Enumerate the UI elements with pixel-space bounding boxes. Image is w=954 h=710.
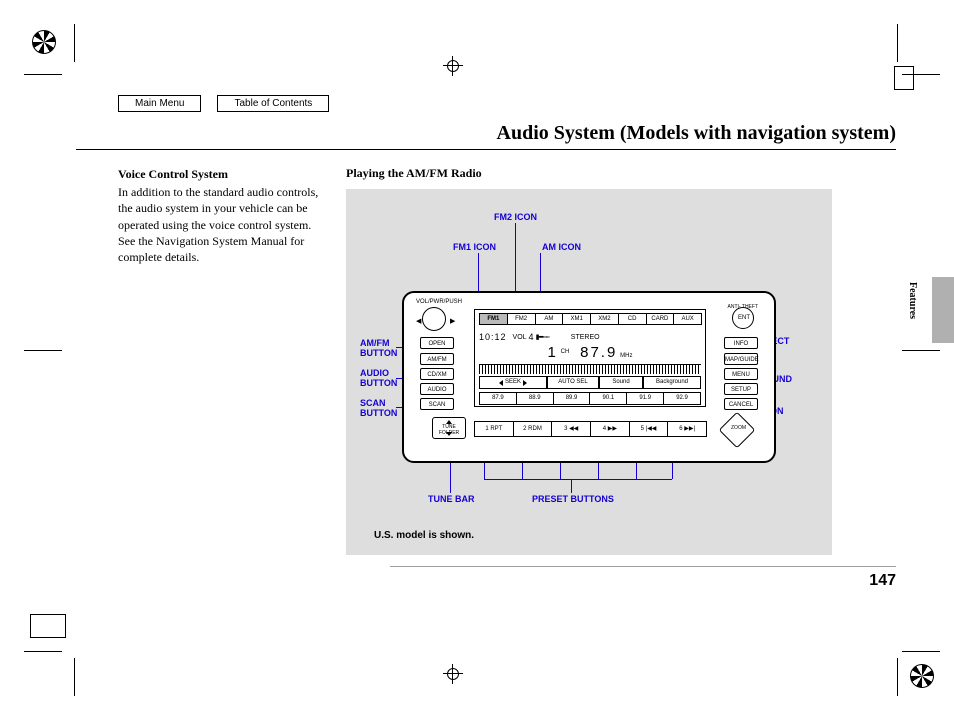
open-button[interactable]: OPEN (420, 337, 454, 349)
audio-button[interactable]: AUDIO (420, 383, 454, 395)
right-heading: Playing the AM/FM Radio (346, 166, 844, 181)
preset-1[interactable]: 87.9 (480, 393, 517, 404)
radio-faceplate: VOL/PWR/PUSH ◀ ▶ ANTI- THEFT OPEN AM/FM … (402, 291, 776, 463)
callout-fm1-icon: FM1 ICON (453, 243, 496, 253)
presets-row: 87.988.989.990.191.992.9 (479, 392, 701, 405)
menu-button[interactable]: MENU (724, 368, 758, 380)
callout-amfm-button: AM/FMBUTTON (360, 339, 397, 359)
section-tab: Features (907, 282, 918, 319)
cancel-button[interactable]: CANCEL (724, 398, 758, 410)
source-tab-aux[interactable]: AUX (673, 313, 702, 325)
seek-softkey[interactable]: SEEK (479, 376, 547, 389)
clock: 10:12 (479, 332, 507, 342)
preset-button-6[interactable]: 6 ▶▶| (667, 421, 707, 437)
sound-softkey[interactable]: Sound (599, 376, 643, 389)
callout-preset-buttons: PRESET BUTTONS (532, 495, 614, 505)
tune-scale (479, 364, 701, 374)
preset-3[interactable]: 89.9 (554, 393, 591, 404)
diagram-box: FM2 ICON FM1 ICON AM ICON AM/FMBUTTON AU… (346, 189, 832, 555)
volume-knob-label: VOL/PWR/PUSH (416, 299, 462, 305)
source-tab-fm1[interactable]: FM1 (479, 313, 508, 325)
callout-fm2-icon: FM2 ICON (494, 213, 537, 223)
main-menu-button[interactable]: Main Menu (118, 95, 201, 112)
left-body: In addition to the standard audio contro… (118, 184, 328, 265)
source-tab-am[interactable]: AM (535, 313, 564, 325)
channel-number: 1 (548, 344, 558, 361)
scan-button[interactable]: SCAN (420, 398, 454, 410)
source-tab-card[interactable]: CARD (646, 313, 675, 325)
page-number: 147 (869, 572, 896, 590)
map-button[interactable]: MAP/GUIDE (724, 353, 758, 365)
preset-button-1[interactable]: 1 RPT (474, 421, 514, 437)
volume-knob[interactable] (422, 307, 446, 331)
page-title: Audio System (Models with navigation sys… (76, 122, 896, 145)
toc-button[interactable]: Table of Contents (217, 95, 329, 112)
section-tab-bg (932, 277, 954, 343)
callout-am-icon: AM ICON (542, 243, 581, 253)
preset-button-5[interactable]: 5 |◀◀ (629, 421, 669, 437)
autosel-softkey[interactable]: AUTO SEL (547, 376, 599, 389)
ch-label: CH (561, 349, 570, 355)
frequency-unit: MHz (620, 353, 632, 359)
zoom-label: ZOOM (731, 425, 746, 431)
info-button[interactable]: INFO (724, 337, 758, 349)
page-number-rule (390, 566, 896, 567)
vol-value: 4 (529, 332, 534, 342)
registration-mark-icon (32, 30, 56, 54)
callout-tune-bar: TUNE BAR (428, 495, 475, 505)
source-tab-fm2[interactable]: FM2 (507, 313, 536, 325)
preset-button-4[interactable]: 4 ▶▶ (590, 421, 630, 437)
registration-mark-icon (910, 664, 934, 688)
preset-5[interactable]: 91.9 (627, 393, 664, 404)
ent-label: ENT (738, 315, 750, 321)
tune-folder-button[interactable]: TUNE FOLDER (432, 417, 466, 439)
stereo-indicator: STEREO (571, 334, 600, 341)
callout-audio-button: AUDIOBUTTON (360, 369, 397, 389)
preset-button-2[interactable]: 2 RDM (513, 421, 553, 437)
frequency-value: 87.9 (580, 344, 617, 361)
source-tab-xm2[interactable]: XM2 (590, 313, 619, 325)
preset-6[interactable]: 92.9 (664, 393, 700, 404)
preset-button-3[interactable]: 3 ◀◀ (551, 421, 591, 437)
amfm-button[interactable]: AM/FM (420, 353, 454, 365)
cdxm-button[interactable]: CD/XM (420, 368, 454, 380)
background-softkey[interactable]: Background (643, 376, 701, 389)
diagram-footnote: U.S. model is shown. (374, 530, 474, 541)
preset-2[interactable]: 88.9 (517, 393, 554, 404)
preset-4[interactable]: 90.1 (590, 393, 627, 404)
radio-screen: FM1FM2AMXM1XM2CDCARDAUX 10:12 VOL 4 ▮▪▪▪… (474, 309, 706, 407)
callout-scan-button: SCANBUTTON (360, 399, 397, 419)
setup-button[interactable]: SETUP (724, 383, 758, 395)
left-heading: Voice Control System (118, 166, 328, 182)
source-tab-xm1[interactable]: XM1 (562, 313, 591, 325)
vol-label: VOL (513, 334, 527, 341)
source-tab-cd[interactable]: CD (618, 313, 647, 325)
